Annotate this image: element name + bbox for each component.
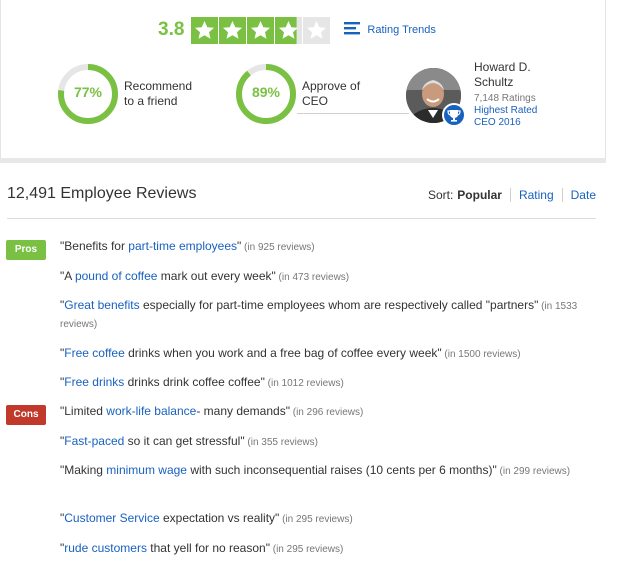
reviews-divider <box>7 218 596 219</box>
quote-keyword-link[interactable]: minimum wage <box>106 463 187 477</box>
pro-item: "A pound of coffee mark out every week" … <box>60 268 588 286</box>
quote-text: that yell for no reason" <box>146 541 270 555</box>
ceo-award-line2: CEO 2016 <box>474 117 521 128</box>
sort-divider <box>561 188 563 202</box>
ceo-name[interactable]: Howard D. Schultz <box>474 60 531 90</box>
review-count: (in 299 reviews) <box>496 466 571 477</box>
sort-date[interactable]: Date <box>571 188 596 202</box>
recommend-label-line2: to a friend <box>124 94 178 108</box>
con-item: "rude customers that yell for no reason"… <box>60 540 588 558</box>
card-bottom-border <box>0 158 606 163</box>
sort-label: Sort: <box>427 188 454 202</box>
star-icon <box>219 16 247 44</box>
quote-text: mark out every week" <box>157 269 276 283</box>
quote-text: drinks when you work and a free bag of c… <box>124 346 442 360</box>
quote-keyword-link[interactable]: Customer Service <box>64 511 159 525</box>
review-count: (in 925 reviews) <box>241 242 315 253</box>
pro-item: "Free drinks drinks drink coffee coffee"… <box>60 374 588 392</box>
con-item: "Making minimum wage with such inconsequ… <box>60 462 588 480</box>
star-icon <box>275 16 303 44</box>
review-count: (in 473 reviews) <box>275 272 350 283</box>
approve-label-line2: CEO <box>302 94 329 108</box>
review-count: (in 296 reviews) <box>289 407 364 418</box>
review-count: (in 1500 reviews) <box>441 349 521 360</box>
rating-trends-link[interactable]: Rating Trends <box>344 21 436 40</box>
review-count: (in 295 reviews) <box>279 514 353 525</box>
star-icon <box>191 16 219 44</box>
trend-lines-icon <box>344 21 361 40</box>
quote-text: "Making <box>60 463 107 477</box>
ceo-ratings-count: 7,148 Ratings <box>474 93 536 104</box>
con-item: "Customer Service expectation vs reality… <box>60 510 588 528</box>
star-icon <box>247 16 275 44</box>
recommend-donut: 77% <box>57 63 119 125</box>
con-item: "Fast-paced so it can get stressful" (in… <box>60 433 588 451</box>
quote-text: especially for part-time employees whom … <box>139 298 539 312</box>
rating-trends-label: Rating Trends <box>367 24 436 36</box>
recommend-percent: 77% <box>73 84 103 100</box>
cons-tag: Cons <box>6 405 46 425</box>
sort-popular[interactable]: Popular <box>457 188 502 202</box>
quote-keyword-link[interactable]: Great benefits <box>64 298 139 312</box>
quote-keyword-link[interactable]: part-time employees <box>128 239 237 253</box>
review-count: (in 355 reviews) <box>244 437 318 448</box>
star-rating <box>191 16 331 44</box>
sort-rating[interactable]: Rating <box>519 188 554 202</box>
overall-rating: 3.8 Rating Trends <box>158 16 436 44</box>
ceo-name-line2: Schultz <box>474 75 514 89</box>
ceo-name-line1: Howard D. <box>474 60 531 74</box>
reviews-count-title: 12,491 Employee Reviews <box>7 185 197 202</box>
sort-divider <box>509 188 511 202</box>
pro-item: "Great benefits especially for part-time… <box>60 297 588 333</box>
ceo-award[interactable]: Highest Rated CEO 2016 <box>474 105 537 129</box>
star-icon <box>303 16 331 44</box>
review-count: (in 295 reviews) <box>269 544 344 555</box>
quote-keyword-link[interactable]: Fast-paced <box>64 434 124 448</box>
quote-keyword-link[interactable]: Free coffee <box>64 346 124 360</box>
approve-label-line1: Approve of <box>302 79 361 93</box>
ceo-connector-line <box>297 113 409 114</box>
approve-ceo-donut: 89% <box>235 63 297 125</box>
quote-text: so it can get stressful" <box>124 434 245 448</box>
reviews-header: 12,491 Employee Reviews Sort: Popular Ra… <box>7 185 596 213</box>
ceo-award-line1: Highest Rated <box>474 105 538 116</box>
pros-tag: Pros <box>6 240 46 260</box>
approve-label: Approve of CEO <box>302 79 360 109</box>
quote-text: "Benefits for <box>60 239 129 253</box>
quote-keyword-link[interactable]: rude customers <box>64 541 147 555</box>
review-count: (in 1012 reviews) <box>264 378 344 389</box>
quote-text: expectation vs reality" <box>159 511 280 525</box>
quote-keyword-link[interactable]: pound of coffee <box>75 269 158 283</box>
quote-keyword-link[interactable]: work-life balance <box>106 404 196 418</box>
ratings-overview-card: 3.8 Rating Trends 77% Recommend to a fri… <box>0 0 606 163</box>
sort-controls: Sort: Popular Rating Date <box>428 188 596 202</box>
rating-value: 3.8 <box>158 19 185 40</box>
quote-text: drinks drink coffee coffee" <box>124 375 265 389</box>
quote-keyword-link[interactable]: Free drinks <box>64 375 124 389</box>
quote-text: "A <box>60 269 75 283</box>
con-item: "Limited work-life balance- many demands… <box>60 403 588 421</box>
quote-text: "Limited <box>60 404 107 418</box>
pro-item: "Benefits for part-time employees" (in 9… <box>60 238 588 256</box>
trophy-icon <box>442 103 466 127</box>
recommend-label-line1: Recommend <box>124 79 193 93</box>
pro-item: "Free coffee drinks when you work and a … <box>60 345 588 363</box>
quote-text: - many demands" <box>196 404 290 418</box>
recommend-label: Recommend to a friend <box>124 79 192 109</box>
approve-percent: 89% <box>251 84 281 100</box>
quote-text: with such inconsequential raises (10 cen… <box>186 463 497 477</box>
